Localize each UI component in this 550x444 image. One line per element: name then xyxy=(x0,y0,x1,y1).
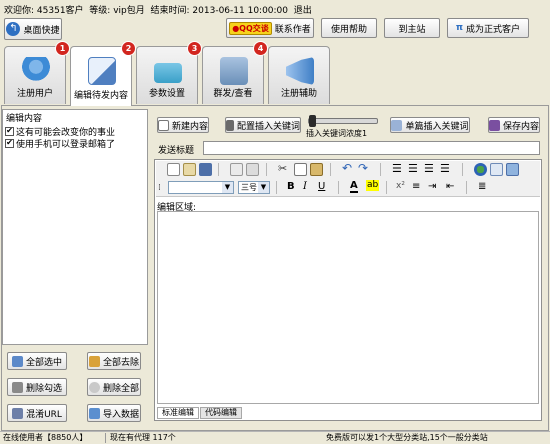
remove-all-icon xyxy=(88,355,100,367)
agents-count-text: 现在有代理 117个 xyxy=(110,433,176,442)
desktop-shortcut-button[interactable]: ↰ 桌面快捷 xyxy=(4,18,62,40)
new-page-icon[interactable] xyxy=(167,163,180,176)
highlight-icon[interactable]: ab xyxy=(366,180,380,191)
clean-url-button[interactable]: 混淆URL xyxy=(7,404,67,422)
header-info: 欢迎你: 45351客户 等级: vip包月 结束时间: 2013-06-11 … xyxy=(4,6,312,16)
content-edit-area[interactable] xyxy=(157,211,539,404)
chevron-down-icon: ▼ xyxy=(222,182,233,193)
delete-all-button[interactable]: 删除全部 xyxy=(87,378,141,396)
align-right-icon[interactable]: ☰ xyxy=(424,162,434,175)
pi-icon: π xyxy=(455,23,464,33)
slider-handle[interactable] xyxy=(309,115,316,127)
horizontal-rule-icon[interactable]: ≣ xyxy=(478,181,486,192)
delete-all-icon xyxy=(88,381,100,393)
image-icon[interactable] xyxy=(506,163,519,176)
qq-chat-badge[interactable]: ●QQ交谈 xyxy=(229,21,272,35)
send-title-input[interactable] xyxy=(203,141,540,155)
chevron-down-icon: ▼ xyxy=(258,182,269,193)
select-all-button[interactable]: 全部选中 xyxy=(7,352,67,370)
contact-author-button[interactable]: ●QQ交谈 联系作者 xyxy=(226,18,314,38)
align-center-icon[interactable]: ☰ xyxy=(408,162,418,175)
tab-badge: 3 xyxy=(187,41,202,56)
tab-code-edit[interactable]: 代码编辑 xyxy=(200,407,242,419)
open-folder-icon[interactable] xyxy=(183,163,196,176)
italic-icon[interactable]: I xyxy=(303,181,307,192)
align-justify-icon[interactable]: ☰ xyxy=(440,162,450,175)
edit-icon xyxy=(88,57,116,85)
free-version-notice: 免费版可以发1个大型分类站,15个一般分类站 xyxy=(326,433,488,442)
outdent-icon[interactable]: ⇤ xyxy=(446,181,454,192)
tab-edit-content[interactable]: 2 编辑待发内容 xyxy=(70,41,136,106)
single-keyword-button[interactable]: 单篇插入关键词 xyxy=(390,117,470,133)
megaphone-icon xyxy=(286,57,314,85)
indent-icon[interactable]: ⇥ xyxy=(428,181,436,192)
tab-badge: 1 xyxy=(55,41,70,56)
help-button[interactable]: 使用帮助 xyxy=(321,18,377,38)
content-list-panel: 编辑内容 ✔ 这有可能会改变你的事业 ✔ 使用手机可以登录邮箱了 xyxy=(2,109,148,345)
list-item[interactable]: ✔ 这有可能会改变你的事业 xyxy=(5,125,147,138)
import-icon xyxy=(88,407,100,419)
broadcast-icon xyxy=(220,57,248,85)
logout-link[interactable]: 退出 xyxy=(294,6,312,16)
ordered-list-icon[interactable]: ≡ xyxy=(412,181,420,192)
item-checkbox[interactable]: ✔ xyxy=(5,138,14,148)
cut-icon[interactable]: ✂ xyxy=(278,162,287,175)
tab-register-assist[interactable]: 注册辅助 xyxy=(268,46,330,104)
bold-icon[interactable]: B xyxy=(287,181,295,192)
delete-checked-button[interactable]: 删除勾选 xyxy=(7,378,67,396)
underline-icon[interactable]: U xyxy=(318,181,325,192)
tab-badge: 4 xyxy=(253,41,268,56)
keyword-density-slider[interactable] xyxy=(308,115,378,127)
end-time: 2013-06-11 10:00:00 xyxy=(192,6,289,16)
tab-standard-edit[interactable]: 标准编辑 xyxy=(157,407,199,419)
print-icon[interactable] xyxy=(246,163,259,176)
config-keywords-button[interactable]: 配置插入关键词 xyxy=(225,117,301,133)
print-preview-icon[interactable] xyxy=(230,163,243,176)
tab-broadcast-view[interactable]: 4 群发/查看 xyxy=(202,41,268,104)
copy-icon[interactable] xyxy=(294,163,307,176)
density-label: 插入关键词浓度1 xyxy=(306,129,368,138)
new-content-button[interactable]: 新建内容 xyxy=(157,117,209,133)
become-customer-button[interactable]: π 成为正式客户 xyxy=(447,18,529,38)
font-color-icon[interactable]: A xyxy=(350,180,358,193)
toolbox-icon xyxy=(154,63,182,83)
paste-icon[interactable] xyxy=(310,163,323,176)
font-family-select[interactable]: ▼ xyxy=(168,181,234,194)
list-item[interactable]: ✔ 使用手机可以登录邮箱了 xyxy=(5,137,147,150)
single-doc-icon xyxy=(391,119,403,131)
tab-badge: 2 xyxy=(121,41,136,56)
level-value: vip包月 xyxy=(113,6,145,16)
save-disk-icon[interactable] xyxy=(199,163,212,176)
config-icon xyxy=(226,119,234,131)
toolbar-grip-icon: ⁞ xyxy=(158,183,161,193)
send-title-label: 发送标题 xyxy=(158,146,195,156)
home-site-button[interactable]: 到主站 xyxy=(384,18,440,38)
user-icon xyxy=(22,57,50,85)
user-id: 45351客户 xyxy=(36,6,84,16)
content-list: ✔ 这有可能会改变你的事业 ✔ 使用手机可以登录邮箱了 xyxy=(3,125,147,150)
remove-all-button[interactable]: 全部去除 xyxy=(87,352,141,370)
table-icon[interactable] xyxy=(490,163,503,176)
status-bar: 在线使用者【8850人】 现在有代理 117个 免费版可以发1个大型分类站,15… xyxy=(0,431,550,444)
url-icon xyxy=(12,407,24,419)
select-all-icon xyxy=(11,355,23,367)
font-size-select[interactable]: 三号 ▼ xyxy=(238,181,270,194)
undo-icon[interactable]: ↶ xyxy=(342,161,352,175)
redo-icon[interactable]: ↷ xyxy=(358,161,368,175)
tab-register-user[interactable]: 1 注册用户 xyxy=(4,41,70,104)
save-icon xyxy=(489,119,500,131)
item-checkbox[interactable]: ✔ xyxy=(5,126,14,136)
new-doc-icon xyxy=(158,119,169,131)
tab-parameter-settings[interactable]: 3 参数设置 xyxy=(136,41,202,104)
eraser-icon xyxy=(11,381,23,393)
save-content-button[interactable]: 保存内容 xyxy=(488,117,540,133)
align-left-icon[interactable]: ☰ xyxy=(392,162,402,175)
desktop-arrow-icon: ↰ xyxy=(6,22,21,36)
import-data-button[interactable]: 导入数据 xyxy=(87,404,141,422)
link-icon[interactable] xyxy=(474,163,487,176)
online-users-text: 在线使用者【8850人】 xyxy=(3,433,88,442)
superscript-icon[interactable]: x² xyxy=(396,181,405,191)
content-list-title: 编辑内容 xyxy=(6,114,43,124)
